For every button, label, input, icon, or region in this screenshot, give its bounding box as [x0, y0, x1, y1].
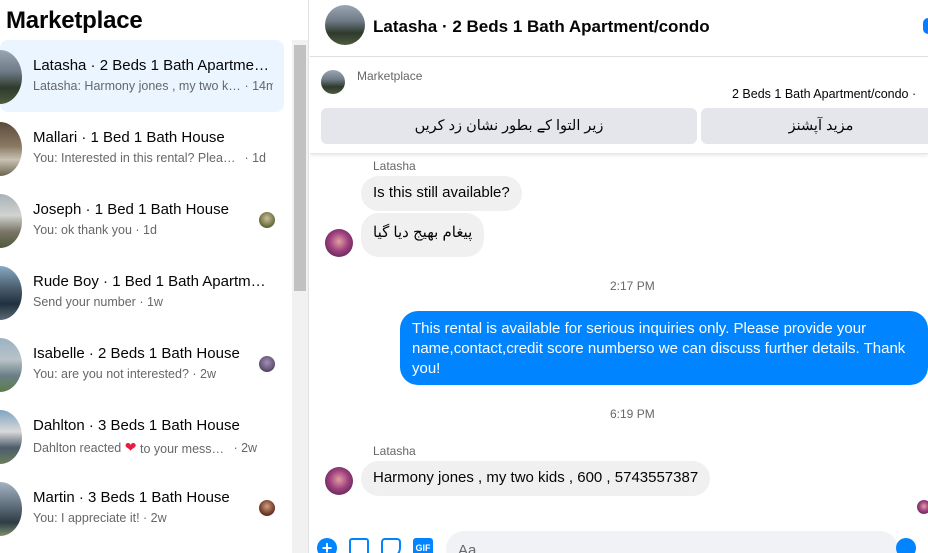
- conversation-preview: You: I appreciate it! · 2w: [33, 511, 167, 525]
- conversation-preview: Latasha: Harmony jones , my two kids , 6…: [33, 79, 273, 93]
- conversation-message: You: ok thank you: [33, 223, 132, 237]
- gif-icon[interactable]: GIF: [413, 538, 433, 553]
- listing-avatar[interactable]: [325, 5, 365, 45]
- conversation-preview: You: Interested in this rental? Please p…: [33, 151, 267, 165]
- chat-panel: Latasha · 2 Beds 1 Bath Apartment/condo …: [310, 0, 928, 553]
- sender-avatar[interactable]: [325, 229, 353, 257]
- conversation-name: Dahlton · 3 Beds 1 Bath House: [33, 417, 240, 434]
- conversation-message-prefix: Dahlton reacted: [33, 441, 122, 455]
- listing-thumbnail: [0, 122, 22, 176]
- conversation-message: You: are you not interested?: [33, 367, 189, 381]
- marketplace-listing-card: Marketplace 2 Beds 1 Bath Apartment/cond…: [310, 58, 928, 154]
- conversation-item-dahlton[interactable]: Dahlton · 3 Beds 1 Bath House Dahlton re…: [0, 400, 284, 472]
- incoming-message[interactable]: پیغام بھیج دیا گیا: [361, 213, 485, 257]
- conversation-item-latasha[interactable]: Latasha · 2 Beds 1 Bath Apartment/condo …: [0, 40, 284, 112]
- conversation-preview: Send your number · 1w: [33, 295, 163, 309]
- message-timestamp: 2:17 PM: [610, 279, 655, 293]
- conversation-name: Joseph · 1 Bed 1 Bath House: [33, 201, 229, 218]
- conversation-preview: You: are you not interested? · 2w: [33, 367, 216, 381]
- marketplace-label: Marketplace: [357, 69, 423, 83]
- conversation-time: 2w: [241, 441, 258, 455]
- incoming-message[interactable]: Is this still available?: [361, 176, 522, 211]
- emoji-icon[interactable]: [896, 538, 916, 553]
- conversation-preview: You: ok thank you · 1d: [33, 223, 157, 237]
- conversation-time: 14m: [252, 79, 273, 93]
- heart-icon: ❤: [124, 439, 137, 455]
- conversation-message-suffix: to your message: [139, 442, 230, 456]
- conversation-name: Mallari · 1 Bed 1 Bath House: [33, 129, 225, 146]
- more-options-button[interactable]: مزید آپشنز: [701, 108, 928, 144]
- seen-avatar: [259, 356, 275, 372]
- conversation-sidebar: Marketplace Latasha · 2 Beds 1 Bath Apar…: [0, 0, 309, 553]
- conversation-name: Latasha · 2 Beds 1 Bath Apartment/condo: [33, 57, 269, 74]
- conversation-time: 1w: [146, 295, 163, 309]
- sender-avatar[interactable]: [325, 467, 353, 495]
- conversation-time: 2w: [150, 511, 167, 525]
- conversation-time: 1d: [143, 223, 157, 237]
- conversation-list: Latasha · 2 Beds 1 Bath Apartment/condo …: [0, 40, 290, 544]
- chat-header: Latasha · 2 Beds 1 Bath Apartment/condo: [310, 0, 928, 57]
- listing-thumbnail: [0, 482, 22, 536]
- sidebar-title: Marketplace: [6, 7, 143, 34]
- conversation-item-isabelle[interactable]: Isabelle · 2 Beds 1 Bath House You: are …: [0, 328, 284, 400]
- message-input[interactable]: Aa: [446, 531, 898, 553]
- conversation-name: Isabelle · 2 Beds 1 Bath House: [33, 345, 240, 362]
- listing-thumbnail: [0, 338, 22, 392]
- listing-thumbnail: [0, 50, 22, 104]
- seen-avatar: [259, 500, 275, 516]
- mark-as-pending-button[interactable]: زیر التوا کے بطور نشان زد کریں: [321, 108, 697, 144]
- header-action-icon[interactable]: [923, 18, 928, 34]
- listing-thumbnail: [0, 410, 22, 464]
- seen-avatar: [259, 212, 275, 228]
- listing-title[interactable]: 2 Beds 1 Bath Apartment/condo ·: [732, 87, 916, 101]
- incoming-message[interactable]: Harmony jones , my two kids , 600 , 5743…: [361, 461, 711, 496]
- photo-icon[interactable]: [349, 538, 369, 553]
- listing-thumbnail: [0, 266, 22, 320]
- sender-name: Latasha: [373, 159, 416, 173]
- sidebar-scrollbar-thumb[interactable]: [294, 45, 306, 291]
- seen-avatar: [917, 500, 928, 514]
- conversation-preview: Dahlton reacted ❤ to your message · 2w: [33, 439, 258, 456]
- conversation-item-rude-boy[interactable]: Rude Boy · 1 Bed 1 Bath Apartment/condo …: [0, 256, 284, 328]
- conversation-message: You: Interested in this rental? Please p…: [33, 151, 241, 165]
- chat-title[interactable]: Latasha · 2 Beds 1 Bath Apartment/condo: [373, 17, 710, 37]
- outgoing-message[interactable]: This rental is available for serious inq…: [400, 311, 928, 385]
- conversation-message: You: I appreciate it!: [33, 511, 140, 525]
- conversation-name: Rude Boy · 1 Bed 1 Bath Apartment/condo: [33, 273, 269, 290]
- conversation-item-mallari[interactable]: Mallari · 1 Bed 1 Bath House You: Intere…: [0, 112, 284, 184]
- sender-name: Latasha: [373, 444, 416, 458]
- conversation-name: Martin · 3 Beds 1 Bath House: [33, 489, 230, 506]
- conversation-item-martin[interactable]: Martin · 3 Beds 1 Bath House You: I appr…: [0, 472, 284, 544]
- message-timestamp: 6:19 PM: [610, 407, 655, 421]
- plus-icon[interactable]: +: [317, 538, 337, 553]
- message-composer: + GIF Aa: [310, 528, 928, 553]
- conversation-message: Latasha: Harmony jones , my two kids , 6…: [33, 79, 241, 93]
- sticker-icon[interactable]: [381, 538, 401, 553]
- listing-thumbnail: [0, 194, 22, 248]
- conversation-time: 2w: [200, 367, 216, 381]
- conversation-time: 1d: [252, 151, 267, 165]
- conversation-message: Send your number: [33, 295, 136, 309]
- listing-thumbnail[interactable]: [321, 70, 345, 94]
- conversation-item-joseph[interactable]: Joseph · 1 Bed 1 Bath House You: ok than…: [0, 184, 284, 256]
